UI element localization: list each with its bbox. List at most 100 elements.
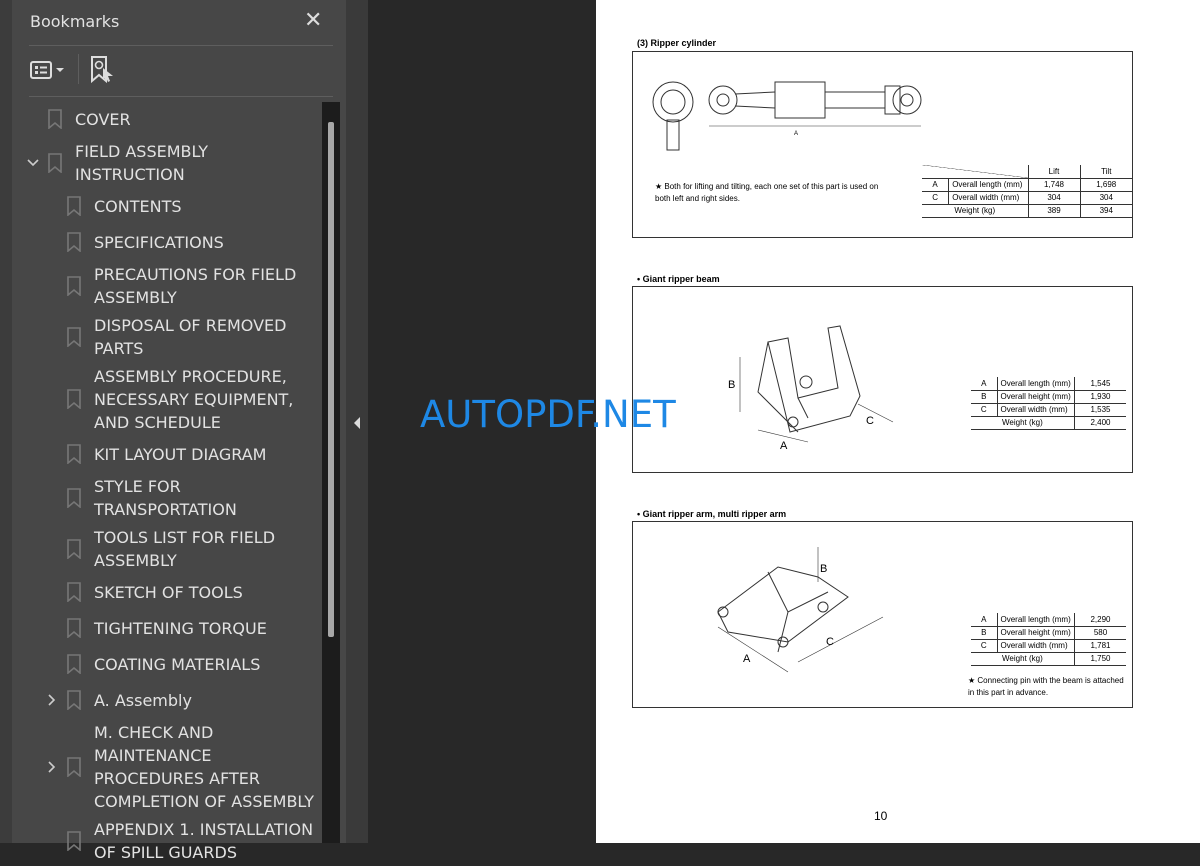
bookmark-label: SPECIFICATIONS — [94, 232, 224, 252]
options-button[interactable] — [30, 58, 70, 82]
table-row: C Overall width (mm) 1,535 — [971, 403, 1127, 417]
table-cell: 1,535 — [1073, 403, 1127, 417]
table-row: B Overall height (mm) 1,930 — [971, 390, 1127, 404]
table-row: Weight (kg) 1,750 — [971, 652, 1127, 666]
table-cell: Overall length (mm) — [996, 613, 1075, 627]
table-cell: 304 — [1079, 191, 1132, 205]
bookmark-icon — [48, 152, 62, 177]
table-cell: 1,781 — [1073, 639, 1127, 653]
svg-text:B: B — [820, 563, 827, 575]
dropdown-caret-icon — [56, 68, 64, 72]
bookmark-icon — [67, 232, 81, 256]
giant-ripper-arm-drawing: B A C — [717, 547, 884, 673]
bookmark-label: FIELD ASSEMBLY INSTRUCTION — [75, 141, 209, 184]
giant-ripper-beam-drawing: B A C — [728, 325, 894, 452]
table-cell: 389 — [1027, 204, 1080, 218]
watermark: AUTOPDF.NET — [420, 393, 676, 436]
table-header-row: Lift Tilt — [922, 165, 1132, 179]
table-cell: C — [922, 191, 949, 205]
pdf-page: (3) Ripper cylinder A ★ Both for lifting… — [596, 0, 1200, 843]
bookmark-label: KIT LAYOUT DIAGRAM — [94, 444, 267, 464]
bookmark-label: M. CHECK AND MAINTENANCE PROCEDURES AFTE… — [94, 722, 314, 811]
figure-box: BAC A Overall length (mm) 1,545 B Overall he… — [632, 286, 1133, 473]
bookmark-item[interactable]: TIGHTENING TORQUE — [12, 610, 322, 646]
table-cell: 1,748 — [1027, 178, 1080, 192]
bookmark-item[interactable]: KIT LAYOUT DIAGRAM — [12, 436, 322, 472]
bookmark-item[interactable]: COVER — [12, 101, 322, 137]
table-cell: Weight (kg) — [971, 652, 1075, 666]
bookmark-label: APPENDIX 1. INSTALLATION OF SPILL GUARDS — [94, 819, 314, 862]
table-cell: Overall height (mm) — [996, 390, 1075, 404]
chevron-right-icon[interactable] — [44, 759, 60, 775]
bookmark-item[interactable]: M. CHECK AND MAINTENANCE PROCEDURES AFTE… — [12, 718, 322, 815]
spec-table: A Overall length (mm) 2,290 B Overall height… — [971, 613, 1127, 666]
bookmark-item[interactable]: SKETCH OF TOOLS — [12, 574, 322, 610]
bookmark-item[interactable]: ASSEMBLY PROCEDURE, NECESSARY EQUIPMENT,… — [12, 362, 322, 436]
divider — [78, 54, 79, 84]
table-cell: Weight (kg) — [922, 204, 1028, 218]
ripper-cylinder-drawing — [652, 81, 922, 151]
table-cell: B — [971, 626, 997, 640]
divider — [29, 96, 333, 97]
bookmark-item[interactable]: PRECAUTIONS FOR FIELD ASSEMBLY — [12, 260, 322, 311]
bookmark-icon — [67, 444, 81, 468]
bookmark-label: STYLE FOR TRANSPORTATION — [94, 476, 237, 519]
bookmark-item[interactable]: TOOLS LIST FOR FIELD ASSEMBLY — [12, 523, 322, 574]
table-cell: B — [971, 390, 997, 404]
table-cell: Weight (kg) — [971, 416, 1075, 430]
bookmark-icon — [67, 196, 81, 220]
spec-table: A Overall length (mm) 1,545 B Overall height… — [971, 377, 1127, 430]
table-cell: Overall length (mm) — [948, 178, 1028, 192]
bookmark-item[interactable]: COATING MATERIALS — [12, 646, 322, 682]
triangle-left-icon — [354, 417, 360, 429]
bookmark-icon — [67, 618, 81, 642]
bookmark-item[interactable]: APPENDIX 1. INSTALLATION OF SPILL GUARDS — [12, 815, 322, 866]
bookmark-label: DISPOSAL OF REMOVED PARTS — [94, 315, 287, 358]
bookmark-label: A. Assembly — [94, 690, 192, 710]
bookmark-icon — [67, 538, 81, 563]
bookmark-item[interactable]: CONTENTS — [12, 188, 322, 224]
table-row: C Overall width (mm) 304 304 — [922, 191, 1132, 205]
bookmark-label: SKETCH OF TOOLS — [94, 582, 243, 602]
section-title: • Giant ripper arm, multi ripper arm — [637, 509, 787, 519]
bookmark-label: PRECAUTIONS FOR FIELD ASSEMBLY — [94, 264, 297, 307]
collapse-panel-button[interactable] — [346, 0, 368, 843]
table-cell: 1,545 — [1073, 377, 1127, 391]
dimension-label: B — [728, 379, 735, 391]
note-text: ★ Connecting pin with the beam is attach… — [968, 676, 1124, 697]
table-row: Weight (kg) 389 394 — [922, 204, 1132, 218]
bookmark-label: TIGHTENING TORQUE — [94, 618, 267, 638]
bookmark-item[interactable]: FIELD ASSEMBLY INSTRUCTION — [12, 137, 322, 188]
bookmark-icon — [67, 389, 81, 413]
dimension-label: A — [794, 131, 799, 137]
bookmark-item[interactable]: A. Assembly — [12, 682, 322, 718]
bookmark-item[interactable]: DISPOSAL OF REMOVED PARTS — [12, 311, 322, 362]
section-title: • Giant ripper beam — [637, 274, 720, 284]
table-row: Weight (kg) 2,400 — [971, 416, 1127, 430]
table-cell: Overall width (mm) — [996, 403, 1075, 417]
table-cell: 1,750 — [1073, 652, 1127, 666]
bookmark-icon — [67, 487, 81, 512]
chevron-down-icon[interactable] — [25, 155, 41, 171]
table-row: A Overall length (mm) 2,290 — [971, 613, 1127, 627]
panel-title: Bookmarks — [30, 12, 120, 31]
section-title: (3) Ripper cylinder — [637, 38, 717, 48]
list-options-icon — [30, 61, 52, 79]
figure-box: BAC A Overall length (mm) 2,290 B Overall he… — [632, 521, 1133, 708]
bookmark-item[interactable]: STYLE FOR TRANSPORTATION — [12, 472, 322, 523]
table-cell: 580 — [1073, 626, 1127, 640]
close-icon[interactable]: ✕ — [304, 8, 322, 33]
table-row: A Overall length (mm) 1,545 — [971, 377, 1127, 391]
table-cell: Overall width (mm) — [996, 639, 1075, 653]
bookmark-label: COVER — [75, 109, 131, 129]
bookmark-item[interactable]: SPECIFICATIONS — [12, 224, 322, 260]
bookmark-label: COATING MATERIALS — [94, 654, 261, 674]
table-cell: 2,290 — [1073, 613, 1127, 627]
table-cell: 1,930 — [1073, 390, 1127, 404]
table-cell: A — [971, 377, 997, 391]
scrollbar-thumb[interactable] — [328, 122, 334, 637]
note-text: ★ Both for lifting and tilting, each one… — [655, 182, 879, 203]
bookmark-icon — [67, 326, 81, 351]
chevron-right-icon[interactable] — [44, 692, 60, 708]
find-current-bookmark-button[interactable] — [90, 56, 116, 88]
